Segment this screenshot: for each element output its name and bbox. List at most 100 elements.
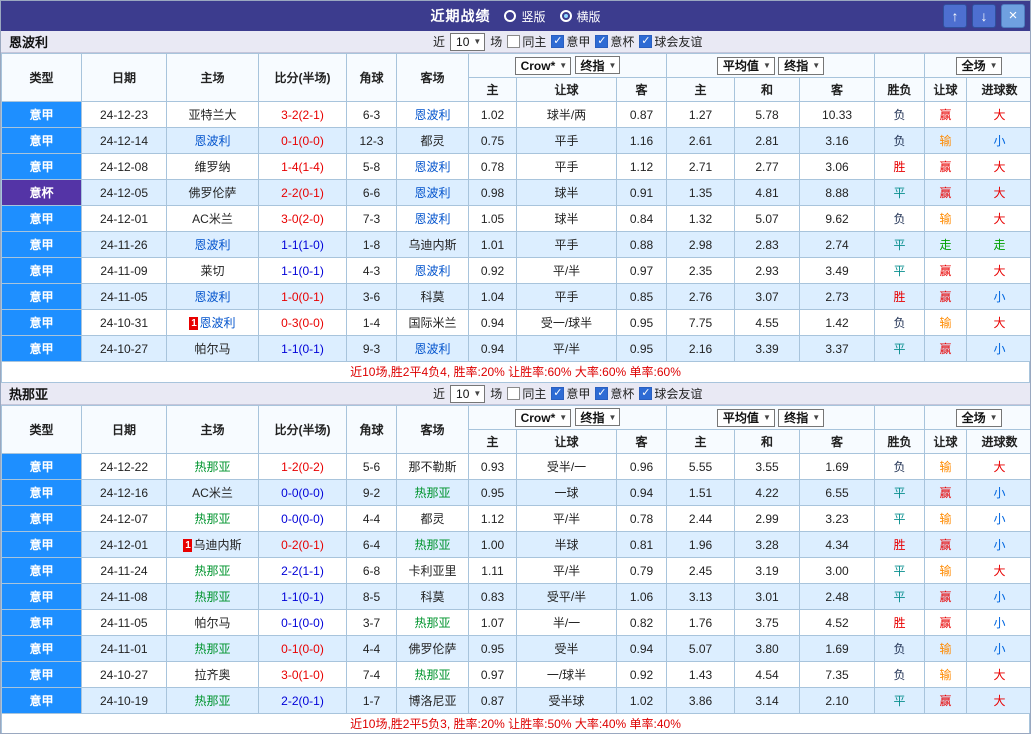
filter-coppa-italia[interactable]: 意杯 (595, 33, 634, 50)
bookmaker-select[interactable]: Crow* (514, 56, 572, 75)
bookmaker-select[interactable]: Crow* (514, 408, 572, 427)
asian-handicap: 平手 (516, 153, 617, 180)
team-link[interactable]: 恩波利 (414, 264, 450, 278)
team-link[interactable]: 恩波利 (414, 342, 450, 356)
move-up-button[interactable]: ↑ (943, 4, 967, 28)
radio-vertical-layout[interactable]: 竖版 (504, 8, 546, 25)
team-link[interactable]: 热那亚 (194, 460, 230, 474)
full-match-header: 全场 (924, 405, 1030, 430)
asian-handicap: 半/一 (516, 609, 617, 636)
filter-coppa-italia[interactable]: 意杯 (595, 385, 634, 402)
team-link[interactable]: 热那亚 (194, 694, 230, 708)
score: 2-2(1-1) (258, 557, 347, 584)
score: 1-2(0-2) (258, 453, 347, 480)
team-link[interactable]: 热那亚 (194, 512, 230, 526)
filter-same-home[interactable]: 同主 (507, 33, 546, 50)
team-link[interactable]: 恩波利 (194, 134, 230, 148)
average-odds-header: 平均值 终指 (666, 405, 876, 430)
team-link[interactable]: 都灵 (420, 512, 444, 526)
filter-serie-a[interactable]: 意甲 (551, 33, 590, 50)
filter-club-friendly[interactable]: 球会友谊 (639, 385, 702, 402)
team-link[interactable]: 拉齐奥 (194, 668, 230, 682)
team-link[interactable]: 恩波利 (414, 108, 450, 122)
team-link[interactable]: 国际米兰 (408, 316, 456, 330)
team-link[interactable]: 恩波利 (194, 290, 230, 304)
col-away: 客场 (396, 53, 469, 102)
asian-handicap: 受半球 (516, 687, 617, 714)
col-1x2-away: 客 (799, 77, 876, 102)
team-link[interactable]: 帕尔马 (194, 616, 230, 630)
col-home: 主场 (166, 405, 259, 454)
team-link[interactable]: 乌迪内斯 (193, 538, 241, 552)
asian-odds-time-select[interactable]: 终指 (574, 56, 621, 75)
close-button[interactable]: × (1001, 4, 1025, 28)
titlebar-buttons: ↑ ↓ × (943, 4, 1025, 28)
team-link[interactable]: 恩波利 (414, 212, 450, 226)
team-link[interactable]: 恩波利 (199, 316, 235, 330)
team-link[interactable]: 博洛尼亚 (408, 694, 456, 708)
team-link[interactable]: 热那亚 (194, 564, 230, 578)
asian-odds-time-select[interactable]: 终指 (574, 408, 621, 427)
average-odds-time-select[interactable]: 终指 (778, 408, 825, 427)
home-team: 恩波利 (166, 127, 259, 154)
team-link[interactable]: 佛罗伦萨 (188, 186, 236, 200)
home-team: AC米兰 (166, 479, 259, 506)
corners: 1-8 (346, 231, 397, 258)
team-link[interactable]: 维罗纳 (194, 160, 230, 174)
team-link[interactable]: 热那亚 (414, 668, 450, 682)
asian-handicap: 平/半 (516, 257, 617, 284)
match-row: 意甲 24-12-07 热那亚 0-0(0-0) 4-4 都灵 1.12 平/半 0.78 2.4… (1, 505, 1030, 532)
team-link[interactable]: 乌迪内斯 (408, 238, 456, 252)
avg-away-odds: 3.16 (799, 127, 876, 154)
average-select[interactable]: 平均值 (716, 56, 775, 75)
red-card-badge: 1 (183, 539, 193, 552)
match-count-select[interactable]: 10 (450, 384, 486, 403)
team-link[interactable]: 恩波利 (414, 186, 450, 200)
filter-serie-a[interactable]: 意甲 (551, 385, 590, 402)
win-lose-result: 平 (874, 335, 926, 362)
home-team: 热那亚 (166, 453, 259, 480)
corners: 6-6 (346, 179, 397, 206)
full-match-select[interactable]: 全场 (955, 408, 1002, 427)
corners: 3-7 (346, 609, 397, 636)
team-link[interactable]: AC米兰 (192, 486, 233, 500)
home-team: 维罗纳 (166, 153, 259, 180)
team-link[interactable]: 亚特兰大 (188, 108, 236, 122)
full-match-select[interactable]: 全场 (955, 56, 1002, 75)
team-link[interactable]: 帕尔马 (194, 342, 230, 356)
results-table: 类型 日期 主场 比分(半场) 角球 客场 Crow* 终指 平均值 终指 (1, 405, 1030, 714)
home-team: 1 恩波利 (166, 309, 259, 336)
goals-result: 小 (966, 479, 1030, 506)
team-link[interactable]: 那不勒斯 (408, 460, 456, 474)
team-link[interactable]: 热那亚 (194, 642, 230, 656)
team-link[interactable]: 热那亚 (414, 486, 450, 500)
match-date: 24-12-22 (81, 453, 167, 480)
filter-same-home[interactable]: 同主 (507, 385, 546, 402)
filter-club-friendly[interactable]: 球会友谊 (639, 33, 702, 50)
team-link[interactable]: 卡利亚里 (408, 564, 456, 578)
team-link[interactable]: 科莫 (420, 590, 444, 604)
match-count-select[interactable]: 10 (450, 32, 486, 51)
radio-horizontal-layout[interactable]: 横版 (559, 8, 601, 25)
asian-away-odds: 0.95 (615, 335, 668, 362)
team-link[interactable]: 热那亚 (194, 590, 230, 604)
team-link[interactable]: 莱切 (200, 264, 224, 278)
team-link[interactable]: 科莫 (420, 290, 444, 304)
goals-result: 大 (966, 687, 1030, 714)
team-link[interactable]: 佛罗伦萨 (408, 642, 456, 656)
checkbox-checked-icon (551, 35, 565, 48)
team-link[interactable]: 恩波利 (414, 160, 450, 174)
team-link[interactable]: 热那亚 (414, 538, 450, 552)
average-select[interactable]: 平均值 (716, 408, 775, 427)
team-link[interactable]: AC米兰 (192, 212, 233, 226)
move-down-button[interactable]: ↓ (972, 4, 996, 28)
win-lose-result: 平 (874, 231, 926, 258)
handicap-result: 输 (924, 127, 968, 154)
team-link[interactable]: 热那亚 (414, 616, 450, 630)
asian-away-odds: 1.16 (615, 127, 668, 154)
average-odds-time-select[interactable]: 终指 (778, 56, 825, 75)
team-link[interactable]: 都灵 (420, 134, 444, 148)
home-team: 亚特兰大 (166, 101, 259, 128)
team-link[interactable]: 恩波利 (194, 238, 230, 252)
score: 2-2(0-1) (258, 179, 347, 206)
